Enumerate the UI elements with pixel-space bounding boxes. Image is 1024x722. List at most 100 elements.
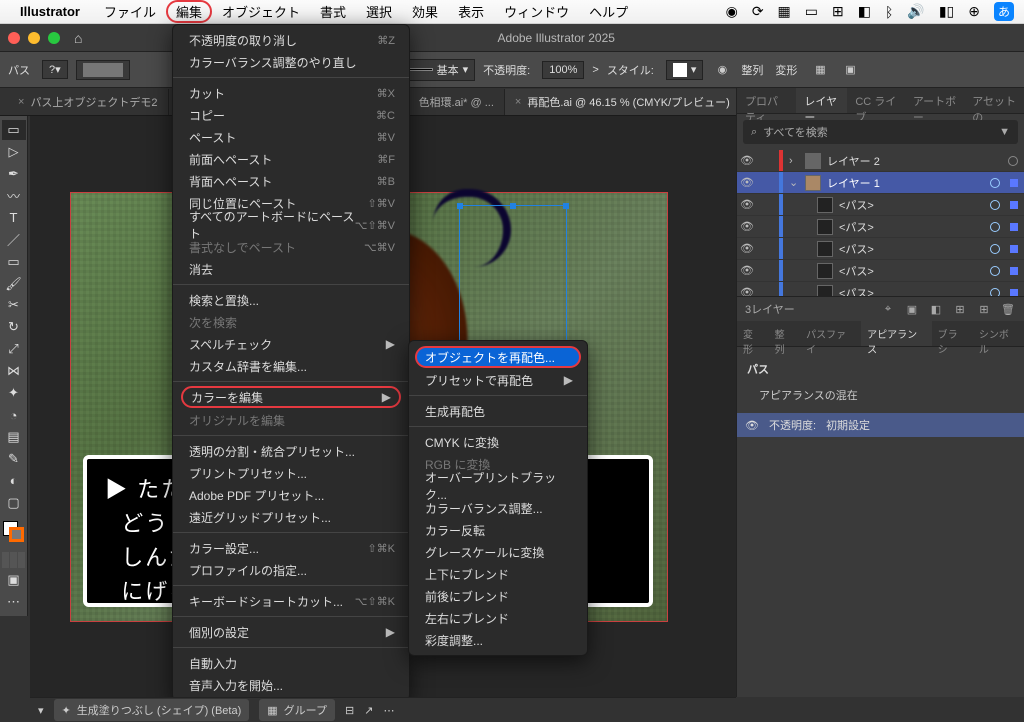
submenu-saturate[interactable]: 彩度調整...	[409, 629, 587, 651]
free-transform-tool[interactable]: ✦	[2, 383, 26, 403]
submenu-blend-lr[interactable]: 左右にブレンド	[409, 607, 587, 629]
menu-effect[interactable]: 効果	[402, 0, 448, 23]
menu-grid-preset[interactable]: 遠近グリッドプリセット...	[173, 506, 409, 528]
panel-tab-artboards[interactable]: アートボー	[905, 88, 964, 113]
new-sublayer-icon[interactable]: ⊞	[952, 303, 968, 316]
visibility-icon[interactable]: 👁	[739, 176, 755, 189]
screen-mode-icon[interactable]: ▣	[2, 570, 26, 590]
crop-icon[interactable]: ▣	[839, 59, 861, 81]
menu-window[interactable]: ウィンドウ	[494, 0, 579, 23]
type-tool[interactable]: T	[2, 208, 26, 228]
rectangle-tool[interactable]: ▭	[2, 252, 26, 272]
submenu-generative-recolor[interactable]: 生成再配色	[409, 400, 587, 422]
layer-row-selected[interactable]: 👁 ⌄ レイヤー 1	[737, 172, 1024, 194]
panel-tab-brushes[interactable]: ブラシ	[932, 321, 973, 346]
submenu-blend-horizontal[interactable]: 前後にブレンド	[409, 585, 587, 607]
menu-print-preset[interactable]: プリントプリセット...	[173, 462, 409, 484]
group-button[interactable]: ▦ グループ	[259, 699, 335, 721]
fill-stroke-swatch[interactable]	[0, 521, 27, 550]
menu-type[interactable]: 書式	[310, 0, 356, 23]
document-tab-active[interactable]: ×再配色.ai @ 46.15 % (CMYK/プレビュー)	[505, 89, 741, 115]
traffic-lights[interactable]	[8, 32, 60, 44]
menu-clear[interactable]: 消去	[173, 258, 409, 280]
align-link[interactable]: 整列	[741, 62, 763, 78]
minimize-window-icon[interactable]	[28, 32, 40, 44]
menu-select[interactable]: 選択	[356, 0, 402, 23]
status-icon[interactable]: ↗	[364, 704, 373, 717]
status-icon[interactable]: ▦	[778, 3, 791, 20]
direct-select-tool[interactable]: ▷	[2, 142, 26, 162]
scale-tool[interactable]: ⤢	[2, 339, 26, 359]
menu-auto-input[interactable]: 自動入力	[173, 652, 409, 674]
generative-fill-button[interactable]: ✦ 生成塗りつぶし (シェイプ) (Beta)	[54, 699, 250, 721]
layer-row[interactable]: 👁<パス>	[737, 282, 1024, 296]
isolate-icon[interactable]: ▦	[809, 59, 831, 81]
visibility-icon[interactable]: 👁	[739, 154, 755, 167]
locate-layer-icon[interactable]: ⌖	[880, 303, 896, 316]
app-name[interactable]: Illustrator	[20, 4, 80, 19]
opacity-input[interactable]: 100%	[542, 61, 584, 79]
close-tab-icon[interactable]: ×	[515, 96, 521, 108]
menu-undo[interactable]: 不透明度の取り消し⌘Z	[173, 29, 409, 51]
panel-tab-properties[interactable]: プロパティ	[737, 88, 796, 113]
menu-transparency-preset[interactable]: 透明の分割・統合プリセット...	[173, 440, 409, 462]
artboard-tool[interactable]: ▢	[2, 493, 26, 513]
status-icon[interactable]: ◉	[726, 3, 738, 20]
menu-edit-colors[interactable]: カラーを編集▶	[181, 386, 401, 408]
make-mask-icon[interactable]: ◧	[928, 303, 944, 316]
panel-tab-appearance[interactable]: アピアランス	[861, 321, 932, 346]
submenu-overprint[interactable]: オーバープリントブラック...	[409, 475, 587, 497]
menu-assign-profile[interactable]: プロファイルの指定...	[173, 559, 409, 581]
input-method-icon[interactable]: あ	[994, 2, 1014, 21]
submenu-invert[interactable]: カラー反転	[409, 519, 587, 541]
layer-row[interactable]: 👁<パス>	[737, 216, 1024, 238]
menu-help[interactable]: ヘルプ	[579, 0, 638, 23]
rotate-tool[interactable]: ↻	[2, 317, 26, 337]
eyedropper-tool[interactable]: ✎	[2, 449, 26, 469]
menu-keyboard-shortcuts[interactable]: キーボードショートカット...⌥⇧⌘K	[173, 590, 409, 612]
selection-tool[interactable]: ▭	[2, 120, 26, 140]
submenu-recolor-object[interactable]: オブジェクトを再配色...	[415, 346, 581, 368]
new-layer-icon[interactable]: ⊞	[976, 303, 992, 316]
delete-layer-icon[interactable]: 🗑	[1000, 303, 1016, 316]
submenu-grayscale[interactable]: グレースケールに変換	[409, 541, 587, 563]
toolbox-more-icon[interactable]: ⋯	[2, 592, 26, 612]
help-dropdown[interactable]: ?▾	[42, 60, 68, 79]
pen-tool[interactable]: ✒	[2, 164, 26, 184]
layer-search[interactable]: ⌕ すべてを検索 ▼	[743, 120, 1018, 144]
fill-dropdown[interactable]	[76, 60, 130, 80]
status-icon[interactable]: ⋯	[383, 704, 394, 717]
panel-tab-transform[interactable]: 変形	[737, 321, 769, 346]
menu-color-settings[interactable]: カラー設定...⇧⌘K	[173, 537, 409, 559]
submenu-color-balance[interactable]: カラーバランス調整...	[409, 497, 587, 519]
status-icon[interactable]: ▾	[38, 704, 44, 717]
recolor-icon[interactable]: ◉	[711, 59, 733, 81]
clip-mask-icon[interactable]: ▣	[904, 303, 920, 316]
document-tab[interactable]: ×パス上オブジェクトデモ2	[8, 89, 169, 115]
panel-tab-align[interactable]: 整列	[769, 321, 801, 346]
layer-row[interactable]: 👁 › レイヤー 2	[737, 150, 1024, 172]
menu-redo[interactable]: カラーバランス調整のやり直し	[173, 51, 409, 73]
menu-paste-back[interactable]: 背面へペースト⌘B	[173, 170, 409, 192]
curvature-tool[interactable]: 〰	[2, 186, 26, 206]
line-tool[interactable]: ／	[2, 230, 26, 250]
menu-object[interactable]: オブジェクト	[212, 0, 310, 23]
wifi-icon[interactable]: ⊕	[968, 3, 980, 20]
close-tab-icon[interactable]: ×	[18, 96, 24, 108]
menu-voice-input[interactable]: 音声入力を開始...	[173, 674, 409, 696]
close-window-icon[interactable]	[8, 32, 20, 44]
transform-link[interactable]: 変形	[775, 62, 797, 78]
panel-tab-assets[interactable]: アセットの	[964, 88, 1024, 113]
width-tool[interactable]: ⋈	[2, 361, 26, 381]
menu-pdf-preset[interactable]: Adobe PDF プリセット...	[173, 484, 409, 506]
panel-tab-symbols[interactable]: シンボル	[973, 321, 1024, 346]
menu-individual-settings[interactable]: 個別の設定▶	[173, 621, 409, 643]
home-icon[interactable]: ⌂	[74, 30, 82, 46]
appearance-opacity-row[interactable]: 👁 不透明度: 初期設定	[737, 413, 1024, 437]
layer-row[interactable]: 👁<パス>	[737, 194, 1024, 216]
battery-icon[interactable]: ▮▯	[939, 3, 954, 20]
menu-file[interactable]: ファイル	[94, 0, 166, 23]
menu-view[interactable]: 表示	[448, 0, 494, 23]
menu-custom-dict[interactable]: カスタム辞書を編集...	[173, 355, 409, 377]
volume-icon[interactable]: 🔊	[907, 3, 924, 20]
